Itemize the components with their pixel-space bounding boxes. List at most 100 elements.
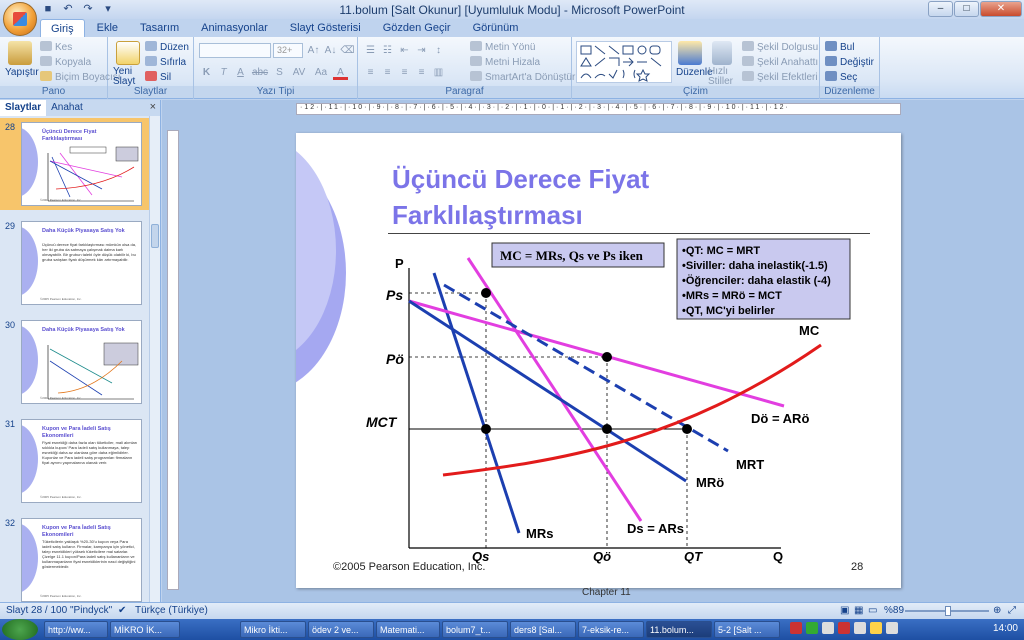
- align-center-icon[interactable]: ≡: [380, 65, 395, 80]
- line-spacing-icon[interactable]: ↕: [431, 43, 446, 58]
- slide-thumb-31[interactable]: 31 Kupon ve Para İadeli Satış Ekonomiler…: [0, 415, 150, 507]
- slide-thumb-30[interactable]: 30 Daha Küçük Piyasaya Satış Yok ©2005 P…: [0, 316, 150, 408]
- layout-button[interactable]: Düzen: [145, 41, 189, 53]
- fit-window-icon[interactable]: ⤢: [1008, 605, 1016, 616]
- strike-button[interactable]: abc: [250, 65, 270, 80]
- minimize-button[interactable]: –: [928, 1, 953, 17]
- start-button[interactable]: [2, 619, 38, 640]
- tab-tasarim[interactable]: Tasarım: [130, 19, 189, 37]
- scroll-thumb[interactable]: [151, 224, 159, 248]
- taskbar-item[interactable]: ödev 2 ve...: [308, 621, 374, 638]
- slide-thumb-32[interactable]: 32 Kupon ve Para İadeli Satış Ekonomiler…: [0, 514, 150, 606]
- tab-slayt-gosterisi[interactable]: Slayt Gösterisi: [280, 19, 371, 37]
- spellcheck-icon[interactable]: ✔: [118, 605, 126, 616]
- language[interactable]: Türkçe (Türkiye): [135, 605, 208, 616]
- spacing-button[interactable]: AV: [289, 65, 309, 80]
- panel-scrollbar[interactable]: [149, 116, 160, 602]
- layout-icon: [145, 41, 157, 51]
- copy-icon: [40, 56, 52, 66]
- paste-button[interactable]: Yapıştır: [5, 67, 39, 78]
- taskbar-item-active[interactable]: 11.bolum...: [646, 621, 712, 638]
- y-axis-label: P: [395, 256, 404, 271]
- taskbar-item[interactable]: 5-2 [Salt ...: [714, 621, 780, 638]
- font-color-button[interactable]: A: [333, 65, 348, 80]
- normal-view-icon[interactable]: ▣: [840, 605, 849, 616]
- align-text-button[interactable]: Metni Hizala: [470, 56, 540, 68]
- grow-font-icon[interactable]: A↑: [306, 43, 321, 58]
- taskbar-item[interactable]: bolum7_t...: [442, 621, 508, 638]
- shape-effects-button[interactable]: Şekil Efektleri: [742, 71, 818, 83]
- tray-icon[interactable]: [870, 622, 882, 634]
- decrease-indent-icon[interactable]: ⇤: [397, 43, 412, 58]
- slide-thumb-28[interactable]: 28 Üçüncü Derece Fiyat Farklılaştırması …: [0, 118, 150, 210]
- slide-thumb-29[interactable]: 29 Daha Küçük Piyasaya Satış Yok Üçüncü …: [0, 217, 150, 309]
- numbering-icon[interactable]: ☷: [380, 43, 395, 58]
- clear-format-icon[interactable]: ⌫: [340, 43, 355, 58]
- cut-button[interactable]: Kes: [40, 41, 72, 53]
- group-yazi-tipi: 32+ A↑ A↓ ⌫ K T A abc S AV Aa A Yazı Tip…: [194, 37, 358, 99]
- tray-icon[interactable]: [790, 622, 802, 634]
- justify-icon[interactable]: ≡: [414, 65, 429, 80]
- slide-number: 28: [5, 122, 16, 132]
- office-button[interactable]: [3, 2, 37, 36]
- thumb-decoration: [22, 424, 38, 494]
- zoom-level[interactable]: %89: [884, 605, 904, 616]
- tab-giris[interactable]: Giriş: [40, 19, 85, 37]
- slideshow-view-icon[interactable]: ▭: [868, 605, 877, 616]
- taskbar-item[interactable]: ders8 [Sal...: [510, 621, 576, 638]
- increase-indent-icon[interactable]: ⇥: [414, 43, 429, 58]
- tab-ekle[interactable]: Ekle: [87, 19, 128, 37]
- clock[interactable]: 14:00: [993, 623, 1018, 634]
- tab-anahat[interactable]: Anahat: [46, 100, 88, 116]
- bold-button[interactable]: K: [199, 65, 214, 80]
- taskbar-item[interactable]: Matemati...: [376, 621, 440, 638]
- label-mc: MC: [799, 323, 820, 338]
- tray-icon[interactable]: [854, 622, 866, 634]
- zoom-slider-thumb[interactable]: [945, 606, 951, 616]
- bullets-icon[interactable]: ☰: [363, 43, 378, 58]
- shape-outline-button[interactable]: Şekil Anahattı: [742, 56, 818, 68]
- tray-icon[interactable]: [838, 622, 850, 634]
- case-button[interactable]: Aa: [311, 65, 331, 80]
- tab-animasyonlar[interactable]: Animasyonlar: [191, 19, 278, 37]
- align-left-icon[interactable]: ≡: [363, 65, 378, 80]
- find-button[interactable]: Bul: [825, 41, 854, 53]
- shadow-button[interactable]: S: [272, 65, 287, 80]
- font-name-combo[interactable]: [199, 43, 271, 58]
- quick-styles-button[interactable]: Hızlı Stiller: [708, 67, 738, 87]
- tray-icon[interactable]: [806, 622, 818, 634]
- tab-gorunum[interactable]: Görünüm: [463, 19, 529, 37]
- tab-slaytlar[interactable]: Slaytlar: [0, 100, 47, 116]
- delete-slide-button[interactable]: Sil: [145, 71, 171, 83]
- shapes-gallery[interactable]: [576, 41, 672, 83]
- columns-icon[interactable]: ▥: [431, 65, 446, 80]
- speaker-icon[interactable]: [886, 622, 898, 634]
- italic-button[interactable]: T: [216, 65, 231, 80]
- font-size-combo[interactable]: 32+: [273, 43, 303, 58]
- taskbar-item[interactable]: 7-eksik-re...: [578, 621, 644, 638]
- text-direction-button[interactable]: Metin Yönü: [470, 41, 535, 53]
- slide[interactable]: Üçüncü Derece Fiyat Farklılaştırması P Q: [296, 133, 901, 588]
- new-slide-button[interactable]: Yeni Slayt: [113, 67, 143, 87]
- shrink-font-icon[interactable]: A↓: [323, 43, 338, 58]
- replace-button[interactable]: Değiştir: [825, 56, 874, 68]
- taskbar-item[interactable]: MİKRO İK...: [110, 621, 180, 638]
- shape-fill-button[interactable]: Şekil Dolgusu: [742, 41, 818, 53]
- reset-button[interactable]: Sıfırla: [145, 56, 186, 68]
- maximize-button[interactable]: □: [954, 1, 979, 17]
- tab-gozden-gecir[interactable]: Gözden Geçir: [373, 19, 461, 37]
- select-button[interactable]: Seç: [825, 71, 857, 83]
- underline-button[interactable]: A: [233, 65, 248, 80]
- copy-button[interactable]: Kopyala: [40, 56, 91, 68]
- panel-close-icon[interactable]: ×: [150, 101, 156, 113]
- tray-icon[interactable]: [822, 622, 834, 634]
- sorter-view-icon[interactable]: ▦: [854, 605, 863, 616]
- smartart-button[interactable]: SmartArt'a Dönüştür: [470, 71, 575, 83]
- close-button[interactable]: ✕: [980, 1, 1022, 17]
- taskbar-item[interactable]: http://ww...: [44, 621, 108, 638]
- zoom-in-icon[interactable]: ⊕: [993, 605, 1001, 616]
- text-direction-icon: [470, 41, 482, 51]
- binoculars-icon: [825, 41, 837, 51]
- align-right-icon[interactable]: ≡: [397, 65, 412, 80]
- taskbar-item[interactable]: Mikro İkti...: [240, 621, 306, 638]
